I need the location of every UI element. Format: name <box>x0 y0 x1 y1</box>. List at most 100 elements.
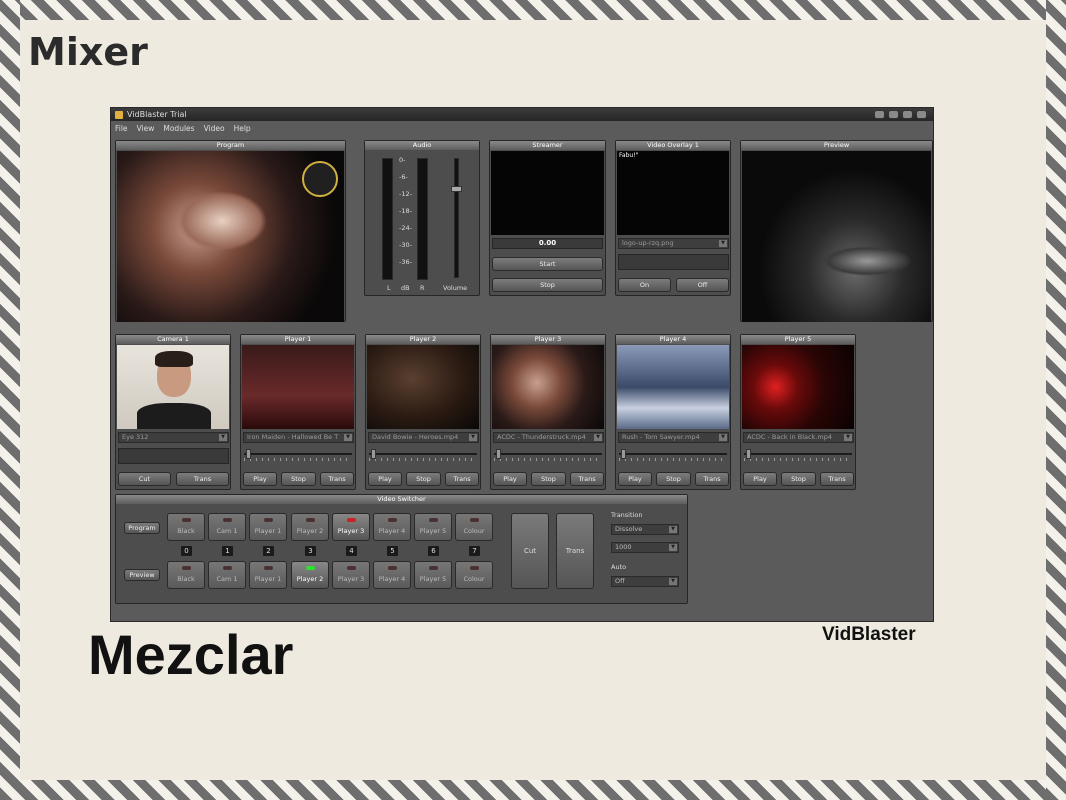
close-button[interactable] <box>916 110 927 119</box>
overlay-file-dropdown[interactable]: logo-up-rzq.png ▼ <box>618 238 729 249</box>
player-position-slider[interactable] <box>744 449 852 461</box>
slide-brand: VidBlaster <box>822 624 916 645</box>
player-video <box>242 345 354 429</box>
streamer-screen <box>491 151 604 235</box>
channel-number: 2 <box>263 546 274 556</box>
title-bar[interactable]: VidBlaster Trial <box>111 108 933 121</box>
player-stop-button[interactable]: Stop <box>656 472 691 486</box>
db-tick: -18- <box>399 207 412 215</box>
menu-file[interactable]: File <box>115 124 128 133</box>
player-file-dropdown[interactable]: David Bowie - Heroes.mp4 ▼ <box>368 432 479 443</box>
player-play-button[interactable]: Play <box>743 472 777 486</box>
camera-field[interactable] <box>118 448 229 464</box>
player-play-button[interactable]: Play <box>493 472 527 486</box>
program-player3-button[interactable]: Player 3 <box>332 513 370 541</box>
program-black-button[interactable]: Black <box>167 513 205 541</box>
program-player5-button[interactable]: Player 5 <box>414 513 452 541</box>
transition-label: Transition <box>611 511 643 519</box>
preview-player5-button[interactable]: Player 5 <box>414 561 452 589</box>
player-stop-button[interactable]: Stop <box>281 472 316 486</box>
preview-player1-button[interactable]: Player 1 <box>249 561 287 589</box>
camera-trans-button[interactable]: Trans <box>176 472 229 486</box>
db-tick: -36- <box>399 258 412 266</box>
overlay-on-button[interactable]: On <box>618 278 671 292</box>
overlay-text-field[interactable] <box>618 254 729 270</box>
camera-panel: Camera 1 Eye 312 ▼ Cut Trans <box>115 334 231 490</box>
menu-help[interactable]: Help <box>234 124 251 133</box>
slide-title: Mixer <box>28 30 148 74</box>
player-position-slider[interactable] <box>494 449 602 461</box>
preview-row-label[interactable]: Preview <box>124 569 160 581</box>
player-trans-button[interactable]: Trans <box>820 472 854 486</box>
program-player2-button[interactable]: Player 2 <box>291 513 329 541</box>
player-file: ACDC - Thunderstruck.mp4 <box>497 433 586 441</box>
chevron-down-icon: ▼ <box>594 434 602 441</box>
switcher-title: Video Switcher <box>116 495 687 504</box>
channel-number: 1 <box>222 546 233 556</box>
player-position-slider[interactable] <box>369 449 477 461</box>
streamer-stop-button[interactable]: Stop <box>492 278 603 292</box>
slide-border-top <box>0 0 1066 20</box>
menu-view[interactable]: View <box>137 124 155 133</box>
player-play-button[interactable]: Play <box>243 472 277 486</box>
program-player1-button[interactable]: Player 1 <box>249 513 287 541</box>
program-colour-button[interactable]: Colour <box>455 513 493 541</box>
player-trans-button[interactable]: Trans <box>445 472 479 486</box>
player-position-slider[interactable] <box>619 449 727 461</box>
player-play-button[interactable]: Play <box>618 472 652 486</box>
audio-panel: Audio L dB R Volume <box>364 140 480 296</box>
duration-value: 1000 <box>615 543 632 551</box>
player-position-slider[interactable] <box>244 449 352 461</box>
preview-player2-button[interactable]: Player 2 <box>291 561 329 589</box>
player-file-dropdown[interactable]: ACDC - Thunderstruck.mp4 ▼ <box>493 432 604 443</box>
player-file-dropdown[interactable]: ACDC - Back in Black.mp4 ▼ <box>743 432 854 443</box>
minimize-button[interactable] <box>874 110 885 119</box>
channel-number: 5 <box>387 546 398 556</box>
streamer-start-button[interactable]: Start <box>492 257 603 271</box>
player-trans-button[interactable]: Trans <box>695 472 729 486</box>
preview-player3-button[interactable]: Player 3 <box>332 561 370 589</box>
switcher-trans-button[interactable]: Trans <box>556 513 594 589</box>
camera-cut-button[interactable]: Cut <box>118 472 171 486</box>
preview-cam1-button[interactable]: Cam 1 <box>208 561 246 589</box>
player-trans-button[interactable]: Trans <box>320 472 354 486</box>
maximize-button[interactable] <box>888 110 899 119</box>
chevron-down-icon: ▼ <box>669 544 677 551</box>
streamer-counter: 0.00 <box>492 238 603 249</box>
preview-black-button[interactable]: Black <box>167 561 205 589</box>
transition-dropdown[interactable]: Dissolve ▼ <box>611 524 679 535</box>
overlay-off-button[interactable]: Off <box>676 278 729 292</box>
program-row-label[interactable]: Program <box>124 522 160 534</box>
player-panel-5: Player 5 ACDC - Back in Black.mp4 ▼ Play… <box>740 334 856 490</box>
vidblaster-window: VidBlaster Trial File View Modules Video… <box>110 107 934 622</box>
player-trans-button[interactable]: Trans <box>570 472 604 486</box>
restore-button[interactable] <box>902 110 913 119</box>
player-stop-button[interactable]: Stop <box>406 472 441 486</box>
program-player4-button[interactable]: Player 4 <box>373 513 411 541</box>
player-title: Player 1 <box>241 335 355 344</box>
db-tick: -30- <box>399 241 412 249</box>
player-file: David Bowie - Heroes.mp4 <box>372 433 459 441</box>
program-cam1-button[interactable]: Cam 1 <box>208 513 246 541</box>
preview-player4-button[interactable]: Player 4 <box>373 561 411 589</box>
duration-dropdown[interactable]: 1000 ▼ <box>611 542 679 553</box>
auto-dropdown[interactable]: Off ▼ <box>611 576 679 587</box>
player-file-dropdown[interactable]: Iron Maiden - Hallowed Be T ▼ <box>243 432 354 443</box>
volume-slider[interactable] <box>451 186 462 192</box>
switcher-cut-button[interactable]: Cut <box>511 513 549 589</box>
player-stop-button[interactable]: Stop <box>781 472 816 486</box>
chevron-down-icon: ▼ <box>344 434 352 441</box>
player-stop-button[interactable]: Stop <box>531 472 566 486</box>
slide-border-right <box>1046 0 1066 800</box>
audio-meter-right <box>417 158 428 280</box>
chevron-down-icon: ▼ <box>669 578 677 585</box>
player-play-button[interactable]: Play <box>368 472 402 486</box>
overlay-file: logo-up-rzq.png <box>622 239 674 247</box>
db-tick: -6- <box>399 173 408 181</box>
player-file-dropdown[interactable]: Rush - Tom Sawyer.mp4 ▼ <box>618 432 729 443</box>
preview-colour-button[interactable]: Colour <box>455 561 493 589</box>
menu-modules[interactable]: Modules <box>163 124 194 133</box>
volume-track <box>454 158 459 278</box>
menu-video[interactable]: Video <box>204 124 225 133</box>
camera-device-dropdown[interactable]: Eye 312 ▼ <box>118 432 229 443</box>
